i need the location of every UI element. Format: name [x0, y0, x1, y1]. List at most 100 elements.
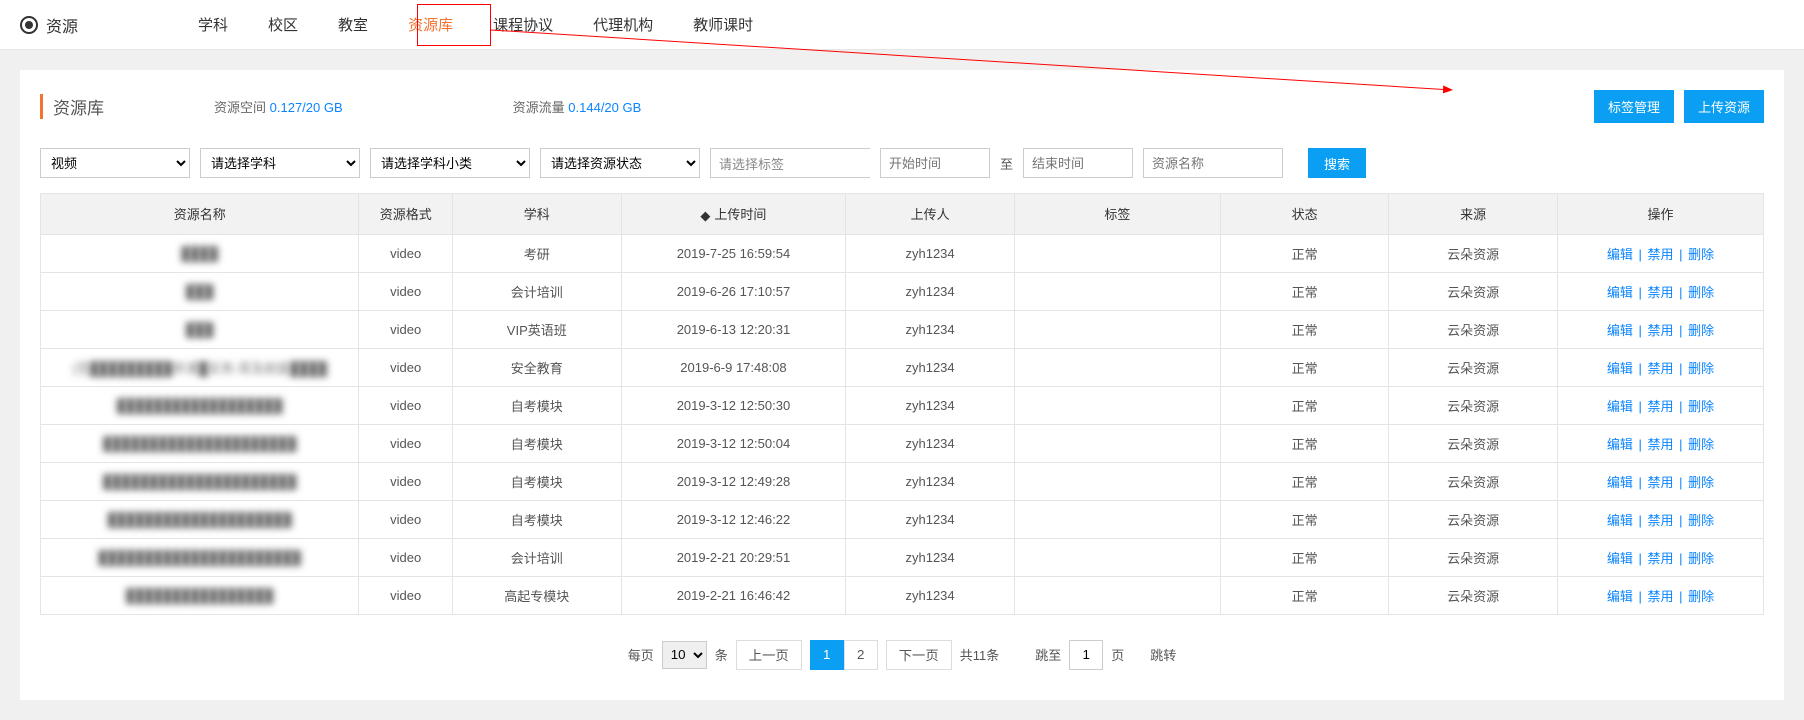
- tab-资源库[interactable]: 资源库: [408, 0, 453, 49]
- topbar-title-text: 资源: [46, 13, 78, 37]
- cell: [1014, 386, 1220, 424]
- action-cell: 编辑 | 禁用 | 删除: [1557, 462, 1763, 500]
- table-row: █████████████████████video自考模块2019-3-12 …: [41, 462, 1764, 500]
- tag-manage-button[interactable]: 标签管理: [1594, 90, 1674, 123]
- delete-link[interactable]: 删除: [1688, 399, 1714, 414]
- disable-link[interactable]: 禁用: [1647, 589, 1673, 604]
- edit-link[interactable]: 编辑: [1607, 513, 1633, 528]
- disable-link[interactable]: 禁用: [1647, 285, 1673, 300]
- per-page-select[interactable]: 10: [662, 641, 707, 669]
- filter-tag-select[interactable]: ▼: [710, 148, 870, 178]
- edit-link[interactable]: 编辑: [1607, 475, 1633, 490]
- action-cell: 编辑 | 禁用 | 删除: [1557, 386, 1763, 424]
- edit-link[interactable]: 编辑: [1607, 247, 1633, 262]
- edit-link[interactable]: 编辑: [1607, 285, 1633, 300]
- filter-subject-select[interactable]: 请选择学科: [200, 148, 360, 178]
- tab-校区[interactable]: 校区: [268, 0, 298, 49]
- delete-link[interactable]: 删除: [1688, 551, 1714, 566]
- disable-link[interactable]: 禁用: [1647, 437, 1673, 452]
- cell: 正常: [1220, 424, 1389, 462]
- cell: video: [359, 348, 453, 386]
- col-header: 标签: [1014, 194, 1220, 235]
- filter-type-select[interactable]: 视频: [40, 148, 190, 178]
- filter-tag-input[interactable]: [711, 149, 903, 177]
- tab-代理机构[interactable]: 代理机构: [593, 0, 653, 49]
- total-count: 共11条: [960, 645, 1000, 664]
- stat-flow: 资源流量 0.144/20 GB: [513, 97, 642, 116]
- filter-subcategory-select[interactable]: 请选择学科小类: [370, 148, 530, 178]
- col-header-label: 操作: [1647, 207, 1673, 222]
- action-cell: 编辑 | 禁用 | 删除: [1557, 310, 1763, 348]
- disable-link[interactable]: 禁用: [1647, 323, 1673, 338]
- edit-link[interactable]: 编辑: [1607, 399, 1633, 414]
- cell: video: [359, 538, 453, 576]
- action-cell: 编辑 | 禁用 | 删除: [1557, 348, 1763, 386]
- col-header: 来源: [1389, 194, 1558, 235]
- col-header-label: 资源名称: [174, 207, 226, 222]
- cell: zyh1234: [846, 424, 1015, 462]
- cell: 2019-7-25 16:59:54: [621, 234, 846, 272]
- cell: zyh1234: [846, 348, 1015, 386]
- page-number-button[interactable]: 1: [810, 640, 844, 670]
- edit-link[interactable]: 编辑: [1607, 551, 1633, 566]
- upload-resource-button[interactable]: 上传资源: [1684, 90, 1764, 123]
- delete-link[interactable]: 删除: [1688, 323, 1714, 338]
- col-header: 状态: [1220, 194, 1389, 235]
- prev-page-button[interactable]: 上一页: [736, 640, 802, 670]
- col-header[interactable]: ◆上传时间: [621, 194, 846, 235]
- filter-start-time-input[interactable]: [880, 148, 990, 178]
- cell: 2019-3-12 12:49:28: [621, 462, 846, 500]
- jump-button[interactable]: 跳转: [1150, 645, 1176, 664]
- stat-space-label: 资源空间: [214, 100, 266, 115]
- col-header-label: 来源: [1460, 207, 1486, 222]
- delete-link[interactable]: 删除: [1688, 247, 1714, 262]
- disable-link[interactable]: 禁用: [1647, 361, 1673, 376]
- pagination: 每页 10 条 上一页 12 下一页 共11条 跳至 页 跳转: [40, 640, 1764, 670]
- tab-学科[interactable]: 学科: [198, 0, 228, 49]
- search-button[interactable]: 搜索: [1308, 148, 1366, 178]
- cell: 正常: [1220, 348, 1389, 386]
- page-number-button[interactable]: 2: [844, 640, 878, 670]
- disable-link[interactable]: 禁用: [1647, 551, 1673, 566]
- disable-link[interactable]: 禁用: [1647, 247, 1673, 262]
- tab-课程协议[interactable]: 课程协议: [493, 0, 553, 49]
- jump-page-input[interactable]: [1069, 640, 1103, 670]
- cell: zyh1234: [846, 386, 1015, 424]
- delete-link[interactable]: 删除: [1688, 361, 1714, 376]
- edit-link[interactable]: 编辑: [1607, 361, 1633, 376]
- cell: 2019-6-26 17:10:57: [621, 272, 846, 310]
- cell: VIP英语班: [453, 310, 622, 348]
- cell: 正常: [1220, 272, 1389, 310]
- col-header-label: 上传时间: [714, 207, 766, 222]
- filter-name-input[interactable]: [1143, 148, 1283, 178]
- cell: video: [359, 500, 453, 538]
- delete-link[interactable]: 删除: [1688, 475, 1714, 490]
- tab-教室[interactable]: 教室: [338, 0, 368, 49]
- filter-status-select[interactable]: 请选择资源状态: [540, 148, 700, 178]
- disable-link[interactable]: 禁用: [1647, 399, 1673, 414]
- cell: 正常: [1220, 576, 1389, 614]
- disable-link[interactable]: 禁用: [1647, 513, 1673, 528]
- cell: 自考模块: [453, 424, 622, 462]
- main-tabs: 学科校区教室资源库课程协议代理机构教师课时: [198, 0, 753, 49]
- edit-link[interactable]: 编辑: [1607, 323, 1633, 338]
- panel: 资源库 资源空间 0.127/20 GB 资源流量 0.144/20 GB 标签…: [20, 70, 1784, 700]
- stat-flow-value: 0.144/20 GB: [568, 100, 641, 115]
- cell: 正常: [1220, 234, 1389, 272]
- delete-link[interactable]: 删除: [1688, 437, 1714, 452]
- next-page-button[interactable]: 下一页: [886, 640, 952, 670]
- filter-end-time-input[interactable]: [1023, 148, 1133, 178]
- cell: 云朵资源: [1389, 348, 1558, 386]
- delete-link[interactable]: 删除: [1688, 285, 1714, 300]
- cell: [1014, 234, 1220, 272]
- table-row: ██████████████████video自考模块2019-3-12 12:…: [41, 386, 1764, 424]
- edit-link[interactable]: 编辑: [1607, 437, 1633, 452]
- delete-link[interactable]: 删除: [1688, 513, 1714, 528]
- delete-link[interactable]: 删除: [1688, 589, 1714, 604]
- panel-header: 资源库 资源空间 0.127/20 GB 资源流量 0.144/20 GB 标签…: [40, 90, 1764, 123]
- edit-link[interactable]: 编辑: [1607, 589, 1633, 604]
- cell: 2019-3-12 12:46:22: [621, 500, 846, 538]
- tab-教师课时[interactable]: 教师课时: [693, 0, 753, 49]
- cell: 云朵资源: [1389, 500, 1558, 538]
- disable-link[interactable]: 禁用: [1647, 475, 1673, 490]
